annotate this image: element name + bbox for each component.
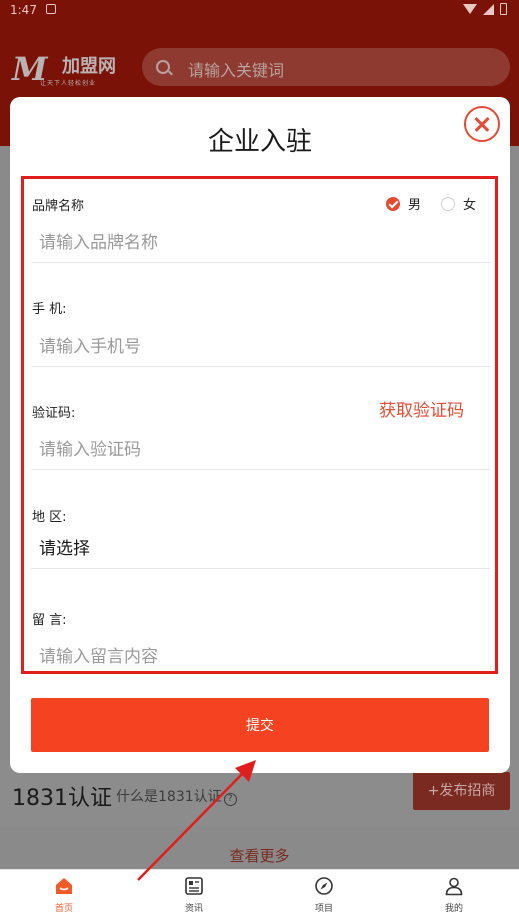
enterprise-signup-dialog: 企业入驻 品牌名称 男 女 手 机: 验证码: 获取验证码 地 区: 请选择 留…	[10, 97, 510, 773]
get-verification-code-button[interactable]: 获取验证码	[379, 396, 464, 421]
tab-label: 资讯	[184, 904, 203, 914]
tab-label: 首页	[54, 904, 73, 914]
brand-name-input[interactable]	[31, 223, 490, 263]
tab-home[interactable]: 首页	[24, 876, 104, 914]
tab-news[interactable]: 资讯	[154, 876, 234, 914]
logo-text: 加盟网	[62, 56, 116, 77]
user-icon	[445, 877, 463, 896]
logo-mark: M	[12, 50, 47, 88]
tab-label: 项目	[314, 904, 333, 914]
gender-radio-group: 男 女	[386, 194, 495, 213]
signup-form: 品牌名称 男 女 手 机: 验证码: 获取验证码 地 区: 请选择 留 言:	[21, 176, 498, 674]
status-time: 1:47	[10, 3, 37, 17]
status-bar: 1:47	[0, 0, 519, 22]
bottom-tab-bar: 首页 资讯 项目 我的	[0, 869, 519, 922]
wifi-icon	[463, 4, 477, 14]
search-icon	[156, 60, 170, 74]
certification-help[interactable]: 什么是1831认证?	[116, 786, 237, 806]
verification-code-input[interactable]	[31, 430, 490, 470]
signal-icon	[483, 3, 494, 15]
region-select[interactable]: 请选择	[31, 529, 490, 569]
verification-code-label: 验证码:	[32, 406, 76, 421]
home-icon	[56, 878, 72, 894]
message-label: 留 言:	[32, 613, 67, 628]
search-placeholder: 请输入关键词	[188, 61, 285, 80]
search-input[interactable]: 请输入关键词	[142, 48, 510, 86]
close-icon[interactable]	[464, 106, 500, 142]
region-label: 地 区:	[32, 510, 67, 525]
question-icon: ?	[223, 793, 237, 806]
tab-label: 我的	[444, 904, 463, 914]
compass-icon	[315, 877, 333, 895]
see-more-link[interactable]: 查看更多	[0, 845, 519, 866]
notification-icon	[46, 4, 56, 14]
logo-slogan: 让天下人轻松创业	[40, 80, 97, 87]
tab-mine[interactable]: 我的	[414, 876, 494, 914]
gender-female-radio[interactable]	[441, 196, 456, 211]
tab-projects[interactable]: 项目	[284, 876, 364, 914]
news-icon	[185, 877, 203, 895]
phone-label: 手 机:	[32, 302, 67, 317]
message-input[interactable]	[31, 637, 490, 671]
certification-help-text: 什么是1831认证	[116, 789, 222, 805]
gender-female-label: 女	[463, 198, 477, 213]
certification-title: 1831认证	[12, 786, 112, 811]
submit-button[interactable]: 提交	[31, 698, 489, 752]
dialog-title: 企业入驻	[207, 127, 312, 157]
status-icons	[463, 3, 507, 15]
battery-icon	[500, 3, 507, 15]
gender-male-label: 男	[408, 198, 422, 213]
gender-male-radio[interactable]	[386, 196, 400, 211]
phone-input[interactable]	[31, 327, 490, 367]
logo[interactable]: M 加盟网 让天下人轻松创业	[12, 50, 124, 88]
publish-button[interactable]: +发布招商	[413, 772, 510, 810]
brand-name-label: 品牌名称	[32, 199, 85, 214]
